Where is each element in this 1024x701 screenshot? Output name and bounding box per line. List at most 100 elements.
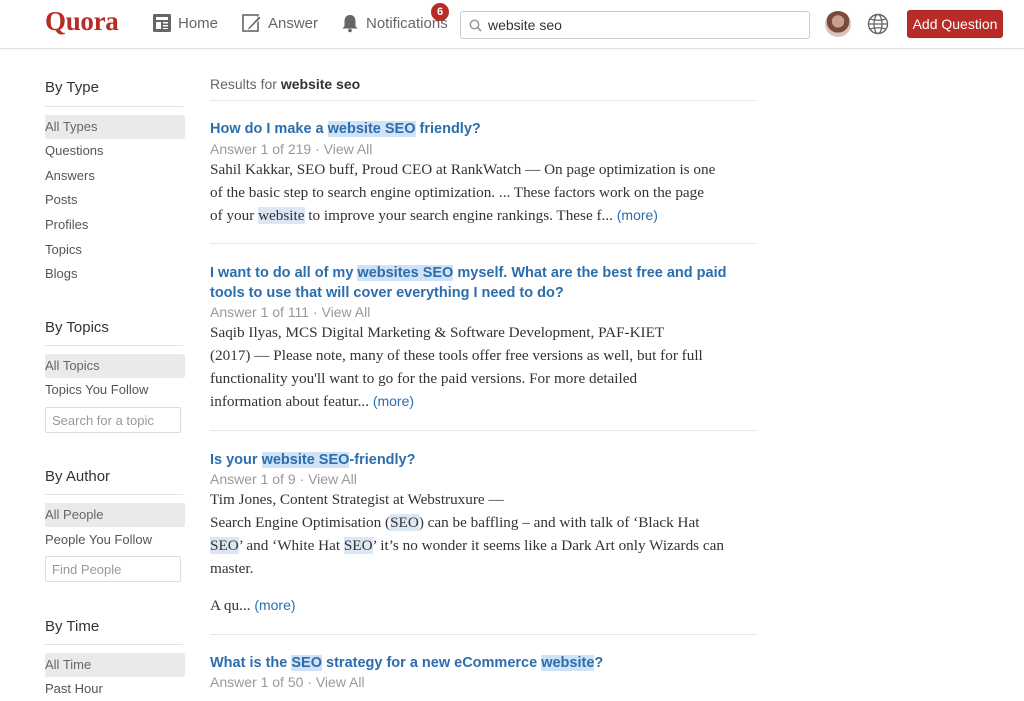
top-nav-bar: Quora Home Answer Notifications 6 websit… [0, 0, 1024, 49]
view-all-link[interactable]: View All [316, 674, 365, 690]
answer-count: Answer 1 of 50 [210, 674, 304, 690]
answer-snippet: Saqib Ilyas, MCS Digital Marketing & Sof… [210, 321, 760, 413]
snippet-line: Tim Jones, Content Strategist at Webstru… [210, 491, 504, 508]
divider [210, 430, 757, 431]
answer-meta: Answer 1 of 50 · View All [210, 674, 365, 690]
filter-profiles[interactable]: Profiles [45, 213, 185, 237]
question-title[interactable]: Is your website SEO-friendly? [210, 450, 750, 470]
title-text: Is your [210, 452, 262, 468]
meta-separator: · [303, 674, 316, 690]
view-all-link[interactable]: View All [308, 471, 357, 487]
filter-people-you-follow[interactable]: People You Follow [45, 528, 185, 552]
results-heading: Results for website seo [210, 76, 360, 92]
search-icon [469, 19, 482, 32]
title-highlight: website SEO [327, 121, 416, 137]
snippet-line: of your website to improve your search e… [210, 204, 760, 227]
filter-questions[interactable]: Questions [45, 139, 185, 163]
meta-separator: · [295, 471, 309, 487]
filter-past-hour[interactable]: Past Hour [45, 677, 185, 701]
search-input[interactable] [488, 17, 788, 33]
divider [210, 100, 757, 101]
topic-search-input[interactable] [45, 407, 181, 433]
divider [45, 494, 183, 495]
people-search-input[interactable] [45, 556, 181, 582]
quora-logo[interactable]: Quora [45, 6, 119, 37]
title-text: -friendly? [349, 452, 416, 468]
title-highlight: websites SEO [357, 265, 454, 281]
more-link[interactable]: (more) [373, 393, 414, 409]
title-text: myself. What are the best free and paid [453, 265, 727, 281]
divider [45, 644, 183, 645]
filter-topics[interactable]: Topics [45, 238, 185, 262]
bell-icon [342, 15, 358, 33]
answer-snippet: Sahil Kakkar, SEO buff, Proud CEO at Ran… [210, 158, 760, 227]
nav-home-label: Home [178, 14, 219, 32]
nav-answer[interactable]: Answer [242, 11, 318, 35]
snippet-text: Search Engine Optimisation ( [210, 514, 391, 531]
title-text: What is the [210, 655, 292, 671]
nav-home[interactable]: Home [152, 11, 218, 35]
search-box[interactable] [460, 11, 810, 39]
title-highlight: website [541, 655, 595, 671]
add-question-button[interactable]: Add Question [907, 10, 1003, 38]
snippet-line: (2017) — Please note, many of these tool… [210, 347, 703, 364]
answer-count: Answer 1 of 111 [210, 304, 310, 320]
divider [210, 243, 757, 244]
results-prefix: Results for [210, 76, 281, 92]
more-link[interactable]: (more) [254, 597, 295, 613]
title-highlight: SEO [291, 655, 322, 671]
question-title[interactable]: How do I make a website SEO friendly? [210, 119, 750, 139]
results-query: website seo [280, 76, 361, 92]
filter-all-time[interactable]: All Time [45, 653, 185, 677]
title-highlight: website SEO [261, 452, 350, 468]
snippet-text: ’ and ‘White Hat [238, 537, 344, 554]
filter-posts[interactable]: Posts [45, 188, 185, 212]
snippet-line: master. [210, 560, 254, 577]
filter-topics-you-follow[interactable]: Topics You Follow [45, 378, 185, 402]
title-text: I want to do all of my [210, 265, 358, 281]
snippet-text: information about featur... [210, 393, 373, 410]
snippet-line: SEO’ and ‘White Hat SEO’ it’s no wonder … [210, 534, 760, 557]
snippet-line: functionality you'll want to go for the … [210, 370, 638, 387]
more-link[interactable]: (more) [617, 207, 658, 223]
answer-meta: Answer 1 of 111 · View All [210, 304, 370, 320]
filter-all-people[interactable]: All People [45, 503, 185, 527]
snippet-line: of the basic step to search engine optim… [210, 184, 705, 201]
by-type-heading: By Type [45, 79, 99, 96]
snippet-line: Search Engine Optimisation (SEO) can be … [210, 511, 760, 534]
snippet-highlight: SEO [210, 537, 239, 554]
answer-snippet: Tim Jones, Content Strategist at Webstru… [210, 488, 760, 617]
avatar[interactable] [825, 11, 851, 37]
question-title[interactable]: What is the SEO strategy for a new eComm… [210, 653, 750, 673]
meta-separator: · [311, 141, 324, 157]
title-text: strategy for a new eCommerce [322, 655, 542, 671]
by-time-heading: By Time [45, 618, 100, 635]
snippet-line: Sahil Kakkar, SEO buff, Proud CEO at Ran… [210, 161, 716, 178]
filter-all-types[interactable]: All Types [45, 115, 185, 139]
home-icon [153, 14, 171, 32]
filter-blogs[interactable]: Blogs [45, 262, 185, 286]
answer-count: Answer 1 of 9 [210, 471, 296, 487]
filter-answers[interactable]: Answers [45, 164, 185, 188]
title-line: tools to use that will cover everything … [210, 285, 564, 301]
by-topics-heading: By Topics [45, 319, 109, 336]
title-text: How do I make a [210, 121, 328, 137]
snippet-text: A qu... [210, 597, 255, 614]
filter-all-topics[interactable]: All Topics [45, 354, 185, 378]
answer-meta: Answer 1 of 9 · View All [210, 471, 357, 487]
view-all-link[interactable]: View All [324, 141, 373, 157]
snippet-line: information about featur... (more) [210, 390, 760, 413]
view-all-link[interactable]: View All [322, 304, 371, 320]
answer-meta: Answer 1 of 219 · View All [210, 141, 372, 157]
divider [45, 106, 183, 107]
globe-icon[interactable] [867, 13, 889, 35]
snippet-text: to improve your search engine rankings. … [304, 207, 617, 224]
snippet-line: Saqib Ilyas, MCS Digital Marketing & Sof… [210, 324, 665, 341]
title-line: I want to do all of my websites SEO myse… [210, 263, 750, 283]
snippet-line: A qu... (more) [210, 594, 760, 617]
title-text: friendly? [415, 121, 481, 137]
question-title[interactable]: I want to do all of my websites SEO myse… [210, 263, 750, 303]
snippet-text: ’ it’s no wonder it seems like a Dark Ar… [372, 537, 724, 554]
by-author-heading: By Author [45, 468, 111, 485]
title-text: ? [594, 655, 604, 671]
